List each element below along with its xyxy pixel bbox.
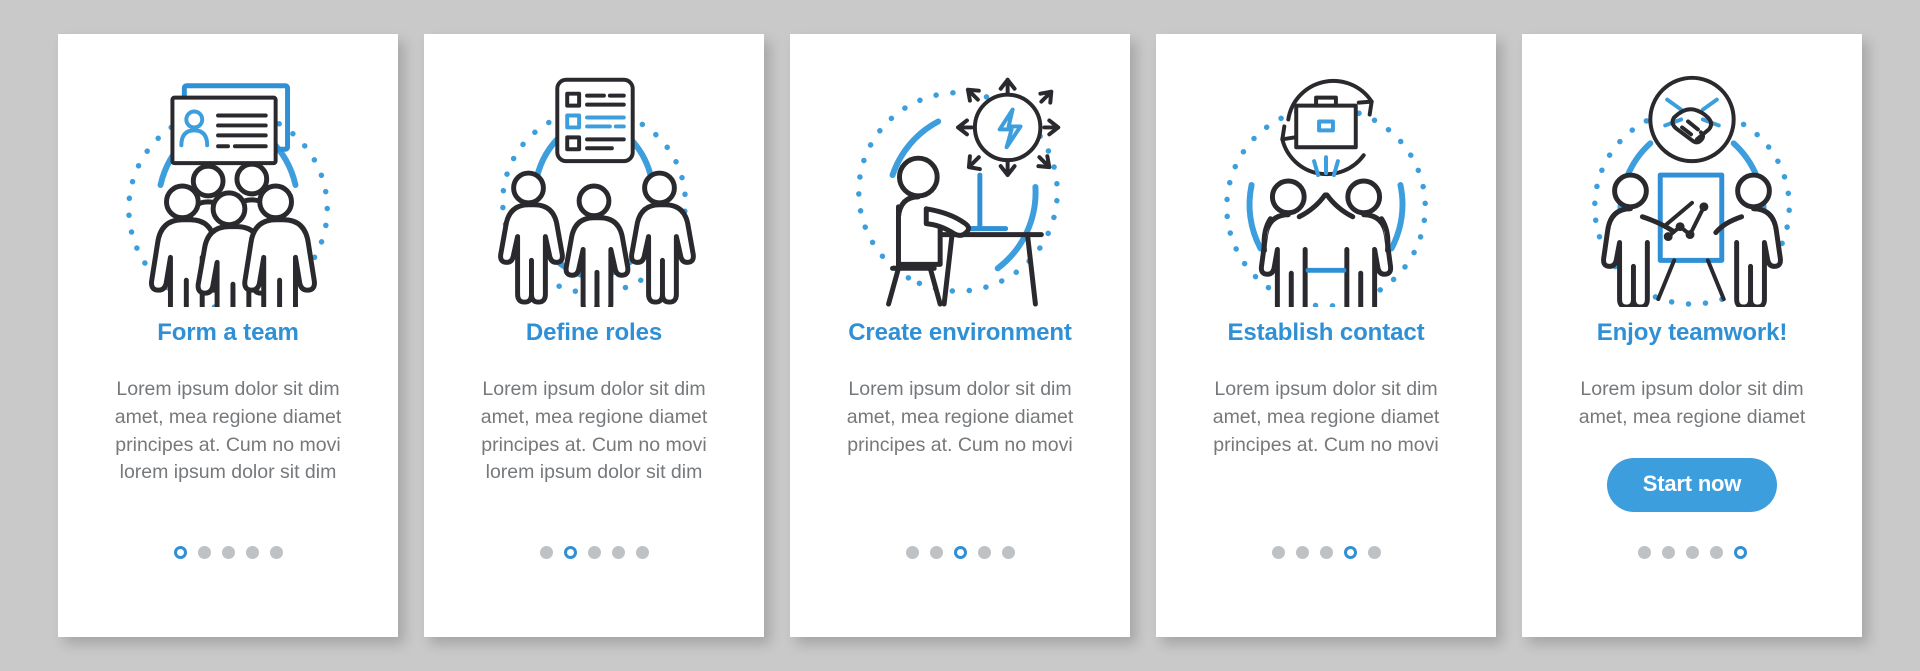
pagination-dot-3[interactable] — [1319, 546, 1333, 559]
pagination-dot-1[interactable] — [1637, 546, 1651, 559]
pagination-dots[interactable] — [424, 546, 764, 559]
card-body-text: Lorem ipsum dolor sit dim amet, mea regi… — [114, 378, 342, 484]
card-body-text: Lorem ipsum dolor sit dim amet, mea regi… — [1212, 378, 1440, 456]
pagination-dot-3[interactable] — [587, 546, 601, 559]
pagination-dot-2[interactable] — [1661, 546, 1675, 559]
card-body-text: Lorem ipsum dolor sit dim amet, mea regi… — [1578, 378, 1806, 429]
pagination-dot-5[interactable] — [269, 546, 283, 559]
pagination-dot-4[interactable] — [977, 546, 991, 559]
pagination-dot-4[interactable] — [1343, 546, 1357, 559]
pagination-dot-4[interactable] — [611, 546, 625, 559]
pagination-dot-5[interactable] — [1001, 546, 1015, 559]
illustration-team-badge — [78, 52, 378, 312]
pagination-dot-1[interactable] — [1271, 546, 1285, 559]
card-title: Establish contact — [1227, 319, 1425, 346]
pagination-dot-4[interactable] — [245, 546, 259, 559]
card-title: Form a team — [157, 319, 299, 346]
start-now-button[interactable]: Start now — [1606, 457, 1778, 512]
pagination-dot-1[interactable] — [905, 546, 919, 559]
pagination-dot-3[interactable] — [1685, 546, 1699, 559]
onboarding-card-establish-contact: Establish contact Lorem ipsum dolor sit … — [1156, 34, 1496, 637]
card-title: Enjoy teamwork! — [1596, 319, 1788, 346]
pagination-dot-1[interactable] — [173, 546, 187, 559]
pagination-dot-5[interactable] — [635, 546, 649, 559]
pagination-dots[interactable] — [58, 546, 398, 559]
card-body-text: Lorem ipsum dolor sit dim amet, mea regi… — [480, 378, 708, 484]
onboarding-card-form-a-team: Form a team Lorem ipsum dolor sit dim am… — [58, 34, 398, 637]
pagination-dot-5[interactable] — [1367, 546, 1381, 559]
pagination-dot-2[interactable] — [929, 546, 943, 559]
card-body-text: Lorem ipsum dolor sit dim amet, mea regi… — [846, 378, 1074, 456]
card-title: Define roles — [525, 319, 663, 346]
pagination-dot-2[interactable] — [197, 546, 211, 559]
card-title: Create environment — [848, 319, 1072, 346]
pagination-dots[interactable] — [1156, 546, 1496, 559]
pagination-dot-1[interactable] — [539, 546, 553, 559]
illustration-highfive-briefcase — [1176, 52, 1476, 312]
onboarding-card-enjoy-teamwork: Enjoy teamwork! Lorem ipsum dolor sit di… — [1522, 34, 1862, 637]
pagination-dot-5[interactable] — [1733, 546, 1747, 559]
illustration-presentation-handshake — [1542, 52, 1842, 312]
pagination-dot-2[interactable] — [563, 546, 577, 559]
illustration-checklist-people — [444, 52, 744, 312]
pagination-dots[interactable] — [790, 546, 1130, 559]
onboarding-card-define-roles: Define roles Lorem ipsum dolor sit dim a… — [424, 34, 764, 637]
pagination-dots[interactable] — [1522, 546, 1862, 559]
pagination-dot-3[interactable] — [953, 546, 967, 559]
onboarding-screens-stage: Form a team Lorem ipsum dolor sit dim am… — [0, 0, 1920, 671]
pagination-dot-2[interactable] — [1295, 546, 1309, 559]
pagination-dot-4[interactable] — [1709, 546, 1723, 559]
pagination-dot-3[interactable] — [221, 546, 235, 559]
illustration-desk-idea — [810, 52, 1110, 312]
onboarding-card-create-environment: Create environment Lorem ipsum dolor sit… — [790, 34, 1130, 637]
